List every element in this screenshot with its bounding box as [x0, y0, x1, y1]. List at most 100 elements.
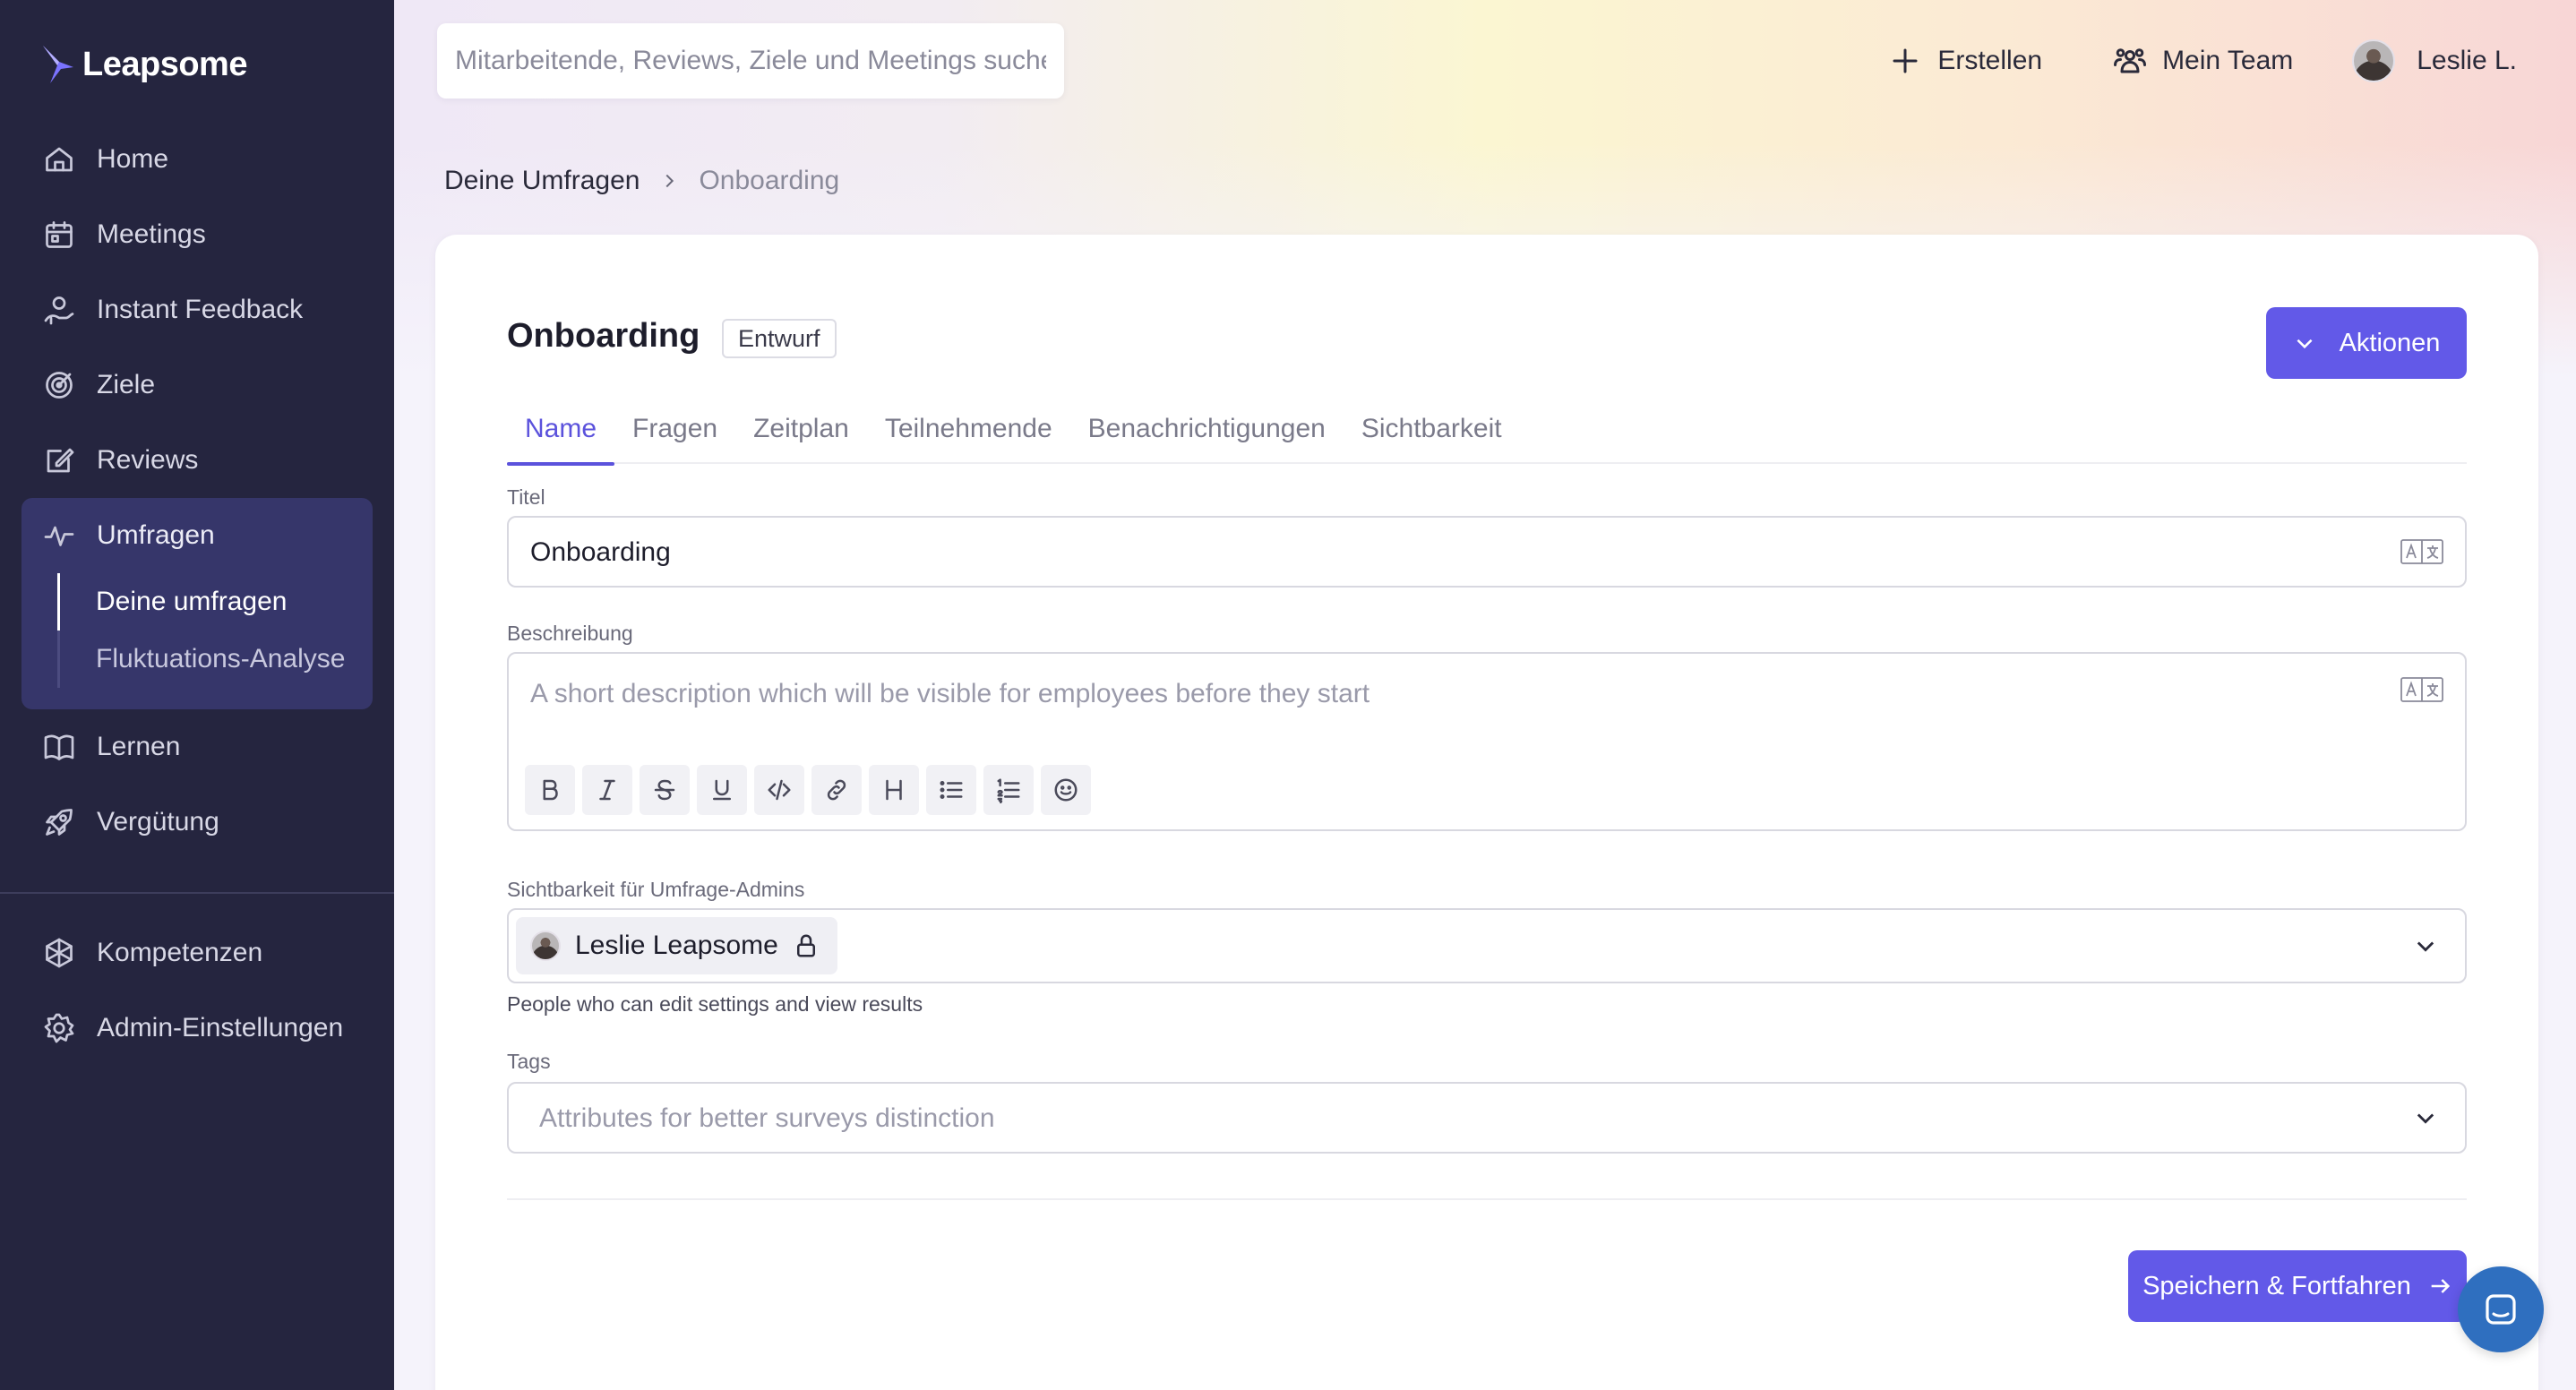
leapsome-logo[interactable]: Leapsome [39, 39, 247, 90]
sidebar-item-label: Vergütung [97, 807, 219, 837]
translate-icon[interactable] [2400, 539, 2443, 564]
create-button[interactable]: Erstellen [1889, 45, 2042, 77]
actions-label: Aktionen [2339, 328, 2441, 357]
chevron-down-icon [2413, 933, 2438, 958]
underline-button[interactable] [697, 765, 747, 815]
sidebar-item-label: Umfragen [97, 520, 215, 550]
sidebar-item-label: Meetings [97, 219, 206, 249]
sidebar-subitem-deine-umfragen[interactable]: Deine umfragen [57, 573, 373, 631]
bold-button[interactable] [525, 765, 575, 815]
numbered-list-icon [997, 778, 1020, 803]
chevron-right-icon [665, 174, 674, 188]
breadcrumb-parent[interactable]: Deine Umfragen [444, 166, 640, 196]
my-team-button[interactable]: Mein Team [2114, 45, 2293, 77]
bullet-list-icon [940, 781, 963, 799]
tab-bar: Name Fragen Zeitplan Teilnehmende Benach… [507, 394, 2467, 466]
chevron-down-icon [2413, 1105, 2438, 1130]
sidebar-item-lernen[interactable]: Lernen [0, 709, 394, 785]
link-icon [827, 779, 846, 801]
tags-placeholder: Attributes for better surveys distinctio… [539, 1103, 995, 1133]
feedback-hand-icon [44, 296, 74, 325]
title-field-label: Titel [507, 485, 545, 509]
user-chip-name: Leslie Leapsome [575, 931, 778, 960]
search-input[interactable] [437, 23, 1064, 99]
sidebar-item-admin-einstellungen[interactable]: Admin-Einstellungen [0, 991, 394, 1066]
sidebar-item-label: Home [97, 144, 169, 174]
emoji-button[interactable] [1041, 765, 1091, 815]
underline-icon [713, 779, 731, 801]
target-icon [46, 372, 73, 399]
sidebar-item-ziele[interactable]: Ziele [0, 348, 394, 423]
sidebar: Leapsome Home Meetings Instant Feedback … [0, 0, 394, 1390]
sidebar-item-meetings[interactable]: Meetings [0, 197, 394, 272]
tags-select[interactable]: Attributes for better surveys distinctio… [507, 1082, 2467, 1154]
description-editor[interactable]: A short description which will be visibl… [507, 652, 2467, 831]
arrow-right-icon [2431, 1279, 2451, 1293]
calendar-icon [46, 221, 73, 248]
actions-button[interactable]: Aktionen [2266, 307, 2467, 379]
italic-icon [599, 779, 615, 801]
chevron-down-icon [2297, 339, 2313, 349]
plus-icon [1893, 48, 1918, 73]
sidebar-item-kompetenzen[interactable]: Kompetenzen [0, 915, 394, 991]
save-continue-button[interactable]: Speichern & Fortfahren [2128, 1250, 2467, 1322]
italic-button[interactable] [582, 765, 632, 815]
link-button[interactable] [811, 765, 862, 815]
chat-launcher[interactable] [2458, 1266, 2544, 1352]
sidebar-item-umfragen[interactable]: Umfragen [21, 498, 373, 573]
sidebar-item-instant-feedback[interactable]: Instant Feedback [0, 272, 394, 348]
sidebar-divider [0, 892, 394, 894]
survey-card: Onboarding Entwurf Aktionen Name Fragen … [435, 235, 2538, 1390]
translate-icon[interactable] [2400, 677, 2443, 702]
leapsome-logo-icon [43, 46, 73, 83]
emoji-icon [1054, 778, 1078, 802]
heading-button[interactable] [869, 765, 919, 815]
user-name: Leslie L. [2417, 46, 2517, 75]
user-chip: Leslie Leapsome [516, 917, 837, 974]
sidebar-group-umfragen: Umfragen Deine umfragen Fluktuations-Ana… [21, 498, 373, 709]
numbered-list-button[interactable] [983, 765, 1034, 815]
editor-toolbar [525, 765, 1091, 815]
description-placeholder: A short description which will be visibl… [530, 679, 1370, 708]
form-divider [507, 1198, 2467, 1200]
avatar [530, 931, 561, 961]
user-menu[interactable]: Leslie L. [2352, 39, 2517, 82]
bold-icon [543, 779, 558, 801]
edit-icon [47, 448, 74, 473]
create-label: Erstellen [1937, 46, 2043, 75]
strikethrough-icon [654, 779, 675, 801]
tab-teilnehmende[interactable]: Teilnehmende [867, 394, 1070, 464]
sidebar-subitem-fluktuations-analyse[interactable]: Fluktuations-Analyse [57, 631, 373, 688]
tags-field-label: Tags [507, 1050, 551, 1073]
sidebar-item-home[interactable]: Home [0, 122, 394, 197]
gear-icon [44, 1013, 74, 1043]
visibility-select[interactable]: Leslie Leapsome [507, 908, 2467, 983]
header-actions: Erstellen Mein Team Leslie L. [1889, 27, 2576, 95]
bullet-list-button[interactable] [926, 765, 976, 815]
visibility-helper-text: People who can edit settings and view re… [507, 992, 923, 1016]
sidebar-item-reviews[interactable]: Reviews [0, 423, 394, 498]
title-field[interactable]: Onboarding [507, 516, 2467, 588]
heading-icon [886, 779, 902, 801]
pulse-icon [44, 526, 74, 546]
strikethrough-button[interactable] [640, 765, 690, 815]
avatar [2352, 39, 2396, 82]
sidebar-item-label: Reviews [97, 445, 199, 475]
code-button[interactable] [754, 765, 804, 815]
save-continue-label: Speichern & Fortfahren [2142, 1271, 2411, 1300]
tab-zeitplan[interactable]: Zeitplan [735, 394, 867, 464]
tab-name[interactable]: Name [507, 394, 615, 466]
competencies-icon [46, 938, 73, 968]
sidebar-sublist: Deine umfragen Fluktuations-Analyse [57, 573, 373, 688]
code-icon [768, 779, 791, 801]
tab-benachrichtigungen[interactable]: Benachrichtigungen [1070, 394, 1344, 464]
tab-fragen[interactable]: Fragen [614, 394, 735, 464]
description-field-label: Beschreibung [507, 622, 633, 645]
sidebar-item-verguetung[interactable]: Vergütung [0, 785, 394, 860]
book-icon [44, 734, 74, 760]
tab-sichtbarkeit[interactable]: Sichtbarkeit [1344, 394, 1520, 464]
page-title: Onboarding [507, 317, 700, 355]
brand-name: Leapsome [82, 45, 247, 83]
breadcrumb: Deine Umfragen Onboarding [444, 163, 839, 199]
main-nav: Home Meetings Instant Feedback Ziele Rev… [0, 122, 394, 1066]
